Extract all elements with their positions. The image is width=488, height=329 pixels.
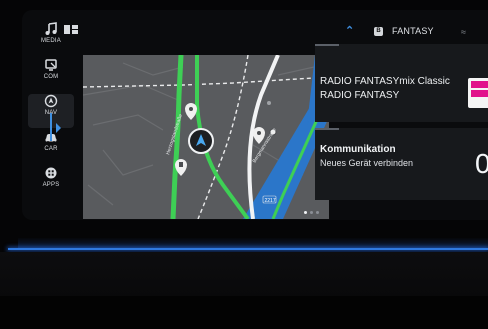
rail-line [83,76,329,88]
ambient-glow [18,238,488,248]
page-dot [316,211,319,214]
navigation-map[interactable]: Herzogstandstraße Bergmannsstraße 2217 [83,55,329,219]
navigation-icon [44,94,58,108]
apps-icon [45,167,57,179]
radio-station-name: RADIO FANTASY [320,90,400,101]
dashboard-edge [0,296,488,329]
chevron-up-icon[interactable]: ⌃ [345,24,354,37]
sidebar-item-label: MEDIA [40,38,61,44]
phone-icon [45,59,57,71]
sidebar-item-label: APPS [42,182,60,188]
sidebar-item-apps[interactable]: APPS [28,166,74,200]
sidebar-item-label: COM [43,74,59,80]
communication-widget[interactable]: Kommunikation Neues Gerät verbinden 0 [315,128,488,200]
radio-station-text: RADIO FANTASYmix Classic [320,76,450,87]
page-indicator[interactable] [304,211,319,214]
signal-icon: ≈ [461,27,466,37]
page-dot [310,211,313,214]
station-logo [468,78,488,108]
widget-divider [315,128,339,130]
music-note-icon [45,22,57,35]
radio-source-badge: B [374,27,383,36]
nav-active-indicator [50,113,52,141]
ambient-light-strip [8,248,488,250]
page-dot [304,211,307,214]
header-station-name: FANTASY [392,26,434,36]
route-shield-label: 2217 [265,198,276,204]
split-screen-icon[interactable] [64,25,78,34]
sidebar-item-com[interactable]: COM [28,58,74,92]
nav-active-arrow-icon [56,123,61,133]
comm-value: 0 [475,148,488,179]
radio-widget[interactable]: RADIO FANTASYmix Classic RADIO FANTASY [315,44,488,122]
sidebar-item-label: CAR [44,146,58,152]
poi-dot-icon [267,101,271,105]
poi-pin-icon[interactable] [185,103,197,120]
comm-title: Kommunikation [320,144,396,155]
comm-subtitle: Neues Gerät verbinden [320,158,414,168]
widget-divider [315,44,339,46]
